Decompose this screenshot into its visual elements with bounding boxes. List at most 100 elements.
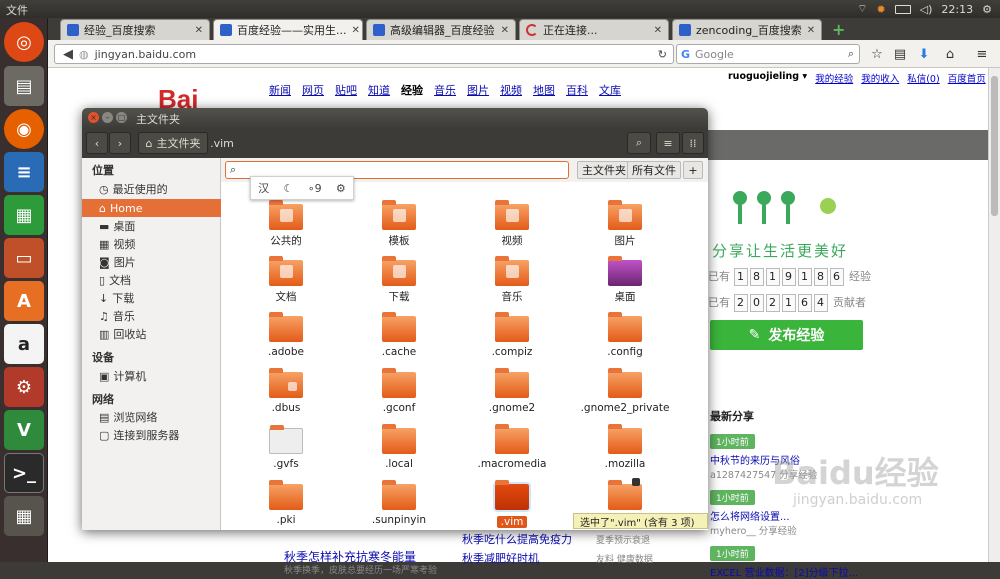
file-item[interactable]: .gnome2 — [457, 368, 567, 414]
sidebar-item-videos[interactable]: ▦ 视频 — [82, 235, 221, 253]
close-icon[interactable]: ✕ — [352, 25, 360, 36]
folder-icon[interactable] — [608, 312, 642, 342]
back-button[interactable]: ‹ — [86, 132, 108, 154]
folder-icon[interactable] — [495, 256, 529, 286]
maximize-icon[interactable]: □ — [116, 112, 127, 123]
folder-icon[interactable] — [495, 424, 529, 454]
battery-icon[interactable] — [894, 4, 911, 14]
sidebar-item-desktop[interactable]: ▬ 桌面 — [82, 217, 221, 235]
back-arrow-icon[interactable]: ◀ — [63, 47, 73, 62]
folder-icon[interactable] — [269, 368, 303, 398]
my-jingyan-link[interactable]: 我的经验 — [815, 71, 853, 85]
nav-link[interactable]: 百科 — [566, 82, 588, 98]
file-item[interactable]: 音乐 — [457, 256, 567, 304]
tab-zencoding-search[interactable]: zencoding_百度搜索 ✕ — [672, 19, 822, 40]
scope-all-files-button[interactable]: 所有文件 — [627, 161, 681, 179]
ime-width-icon[interactable]: ∘9 — [308, 182, 322, 195]
writer-icon[interactable]: ≡ — [4, 152, 44, 192]
nav-link[interactable]: 图片 — [467, 82, 489, 98]
folder-icon[interactable] — [382, 312, 416, 342]
nav-link[interactable]: 地图 — [533, 82, 555, 98]
file-item[interactable]: .mozilla — [570, 424, 680, 470]
file-item[interactable]: .adobe — [231, 312, 341, 358]
ubuntu-dash-icon[interactable]: ◎ — [4, 22, 44, 62]
vim-icon[interactable]: V — [4, 410, 44, 450]
baidu-home-link[interactable]: 百度首页 — [948, 71, 986, 85]
tab-advanced-editor[interactable]: 高级编辑器_百度经验 ✕ — [366, 19, 516, 40]
nav-link[interactable]: 知道 — [368, 82, 390, 98]
sidebar-item-trash[interactable]: ▥ 回收站 — [82, 325, 221, 343]
nav-link[interactable]: 贴吧 — [335, 82, 357, 98]
search-bar[interactable]: G Google ⌕ — [676, 44, 860, 64]
sidebar-item-computer[interactable]: ▣ 计算机 — [82, 367, 221, 385]
file-item[interactable]: .dbus — [231, 368, 341, 414]
file-item[interactable]: 视频 — [457, 200, 567, 248]
app-menu-file[interactable]: 文件 — [6, 2, 28, 18]
ime-settings-icon[interactable]: ⚙ — [336, 182, 346, 195]
folder-icon[interactable] — [269, 200, 303, 230]
file-item[interactable]: .gnome2_private — [570, 368, 680, 414]
list-view-button[interactable]: ≡ — [656, 132, 680, 154]
tab-connecting[interactable]: 正在连接... ✕ — [519, 19, 669, 40]
terminal-icon[interactable]: >_ — [4, 453, 44, 493]
sidebar-item-downloads[interactable]: ↓ 下载 — [82, 289, 221, 307]
sidebar-item-home[interactable]: ⌂ Home — [82, 199, 221, 217]
folder-icon[interactable] — [495, 312, 529, 342]
close-icon[interactable]: × — [88, 112, 99, 123]
impress-icon[interactable]: ▭ — [4, 238, 44, 278]
menu-icon[interactable]: ≡ — [973, 45, 991, 63]
folder-icon[interactable] — [382, 256, 416, 286]
share-item-title[interactable]: EXCEL 营业数据：[2]分级下拉... — [710, 564, 870, 579]
file-item[interactable]: 文档 — [231, 256, 341, 304]
forward-button[interactable]: › — [109, 132, 131, 154]
calc-icon[interactable]: ▦ — [4, 195, 44, 235]
folder-icon[interactable] — [608, 256, 642, 286]
file-item[interactable]: .config — [570, 312, 680, 358]
nav-link[interactable]: 文库 — [599, 82, 621, 98]
file-item[interactable]: .sunpinyin — [344, 480, 454, 526]
bookmark-star-icon[interactable]: ☆ — [868, 45, 886, 63]
folder-icon[interactable] — [608, 424, 642, 454]
sidebar-item-music[interactable]: ♫ 音乐 — [82, 307, 221, 325]
system-settings-icon[interactable]: ⚙ — [4, 367, 44, 407]
tab-jingyan-search[interactable]: 经验_百度搜索 ✕ — [60, 19, 210, 40]
sidebar-item-recent[interactable]: ◷ 最近使用的 — [82, 180, 221, 198]
folder-icon[interactable] — [495, 368, 529, 398]
file-item[interactable]: .gvfs — [231, 425, 341, 470]
folder-icon[interactable] — [269, 256, 303, 286]
nav-link[interactable]: 音乐 — [434, 82, 456, 98]
nav-link[interactable]: 新闻 — [269, 82, 291, 98]
workspace-switcher-icon[interactable]: ▦ — [4, 496, 44, 536]
reload-icon[interactable]: ↻ — [658, 48, 667, 61]
file-item[interactable]: .pki — [231, 480, 341, 526]
home-icon[interactable]: ⌂ — [941, 45, 959, 63]
grid-view-button[interactable]: ⁞⁞ — [682, 132, 704, 154]
close-icon[interactable]: ✕ — [195, 25, 203, 36]
folder-icon[interactable] — [382, 424, 416, 454]
update-icon[interactable]: ✹ — [876, 3, 885, 16]
reading-list-icon[interactable]: ▤ — [891, 45, 909, 63]
file-item[interactable]: 模板 — [344, 200, 454, 248]
username[interactable]: ruoguojieling ▾ — [728, 71, 807, 85]
ime-punctuation-icon[interactable]: ☾ — [283, 182, 293, 195]
google-g-icon[interactable]: G — [681, 48, 690, 61]
url-bar[interactable]: ◀ ◍ jingyan.baidu.com ↻ — [54, 44, 674, 64]
page-scrollbar[interactable] — [988, 68, 1000, 562]
close-icon[interactable]: ✕ — [807, 25, 815, 36]
files-icon[interactable]: ▤ — [4, 66, 44, 106]
search-button[interactable]: ⌕ — [627, 132, 651, 154]
sidebar-item-documents[interactable]: ▯ 文档 — [82, 271, 221, 289]
amazon-icon[interactable]: a — [4, 324, 44, 364]
file-item[interactable]: 桌面 — [570, 256, 680, 304]
nav-link-current[interactable]: 经验 — [401, 82, 423, 98]
tab-baidu-jingyan[interactable]: 百度经验——实用生... ✕ — [213, 19, 363, 40]
download-arrow-icon[interactable]: ⬇ — [915, 45, 933, 63]
folder-icon[interactable] — [382, 480, 416, 510]
search-icon[interactable]: ⌕ — [848, 47, 854, 61]
volume-icon[interactable]: ◁) — [920, 3, 933, 16]
nav-link[interactable]: 网页 — [302, 82, 324, 98]
close-icon[interactable]: ✕ — [501, 25, 509, 36]
sidebar-item-pictures[interactable]: ◙ 图片 — [82, 253, 221, 271]
bottom-link[interactable]: 秋季减肥好时机 — [462, 550, 539, 566]
bottom-link[interactable]: 秋季吃什么提高免疫力 — [462, 531, 572, 547]
